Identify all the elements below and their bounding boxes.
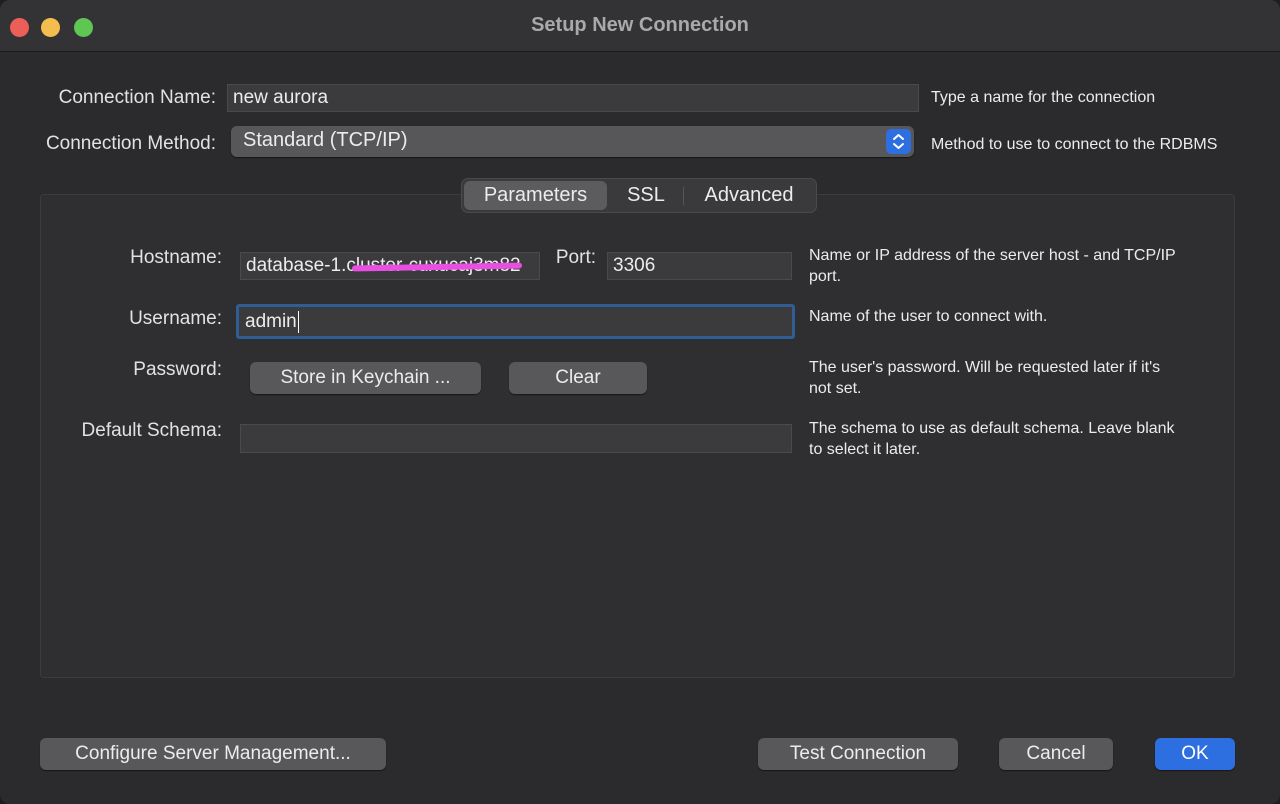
window-title: Setup New Connection: [531, 14, 749, 36]
setup-connection-dialog: Setup New Connection Connection Name: ne…: [0, 0, 1280, 804]
default-schema-hint-line2: to select it later.: [809, 441, 921, 458]
password-hint-line2: not set.: [809, 380, 862, 397]
username-label: Username:: [129, 308, 222, 329]
connection-name-hint: Type a name for the connection: [931, 89, 1156, 106]
password-hint-line1: The user's password. Will be requested l…: [809, 359, 1161, 376]
chevron-up-down-icon: [886, 129, 911, 154]
tab-parameters[interactable]: Parameters: [464, 181, 607, 210]
test-connection-button[interactable]: Test Connection: [758, 738, 958, 770]
tab-ssl[interactable]: SSL: [610, 181, 682, 210]
username-hint: Name of the user to connect with.: [809, 308, 1048, 325]
default-schema-label: Default Schema:: [81, 420, 222, 441]
tab-divider: [683, 187, 684, 205]
hostname-hint-line1: Name or IP address of the server host - …: [809, 247, 1176, 264]
store-in-keychain-button[interactable]: Store in Keychain ...: [250, 362, 481, 394]
default-schema-input[interactable]: [240, 424, 792, 453]
tab-advanced[interactable]: Advanced: [686, 181, 812, 210]
connection-method-value: Standard (TCP/IP): [243, 129, 408, 151]
title-bar: Setup New Connection: [0, 0, 1280, 52]
hostname-label: Hostname:: [130, 247, 222, 268]
username-value: admin: [245, 311, 297, 332]
connection-name-input[interactable]: new aurora: [227, 84, 919, 112]
cancel-button[interactable]: Cancel: [999, 738, 1113, 770]
connection-method-label: Connection Method:: [45, 133, 216, 154]
clear-password-button[interactable]: Clear: [509, 362, 647, 394]
text-cursor: [297, 310, 299, 333]
connection-name-label: Connection Name:: [58, 87, 216, 108]
default-schema-hint: The schema to use as default schema. Lea…: [809, 418, 1175, 460]
connection-method-select[interactable]: Standard (TCP/IP): [231, 126, 914, 157]
configure-server-management-button[interactable]: Configure Server Management...: [40, 738, 386, 770]
settings-tabs: Parameters SSL Advanced: [461, 178, 817, 213]
hostname-hint: Name or IP address of the server host - …: [809, 245, 1176, 287]
default-schema-hint-line1: The schema to use as default schema. Lea…: [809, 420, 1175, 437]
username-input[interactable]: admin: [236, 304, 795, 339]
ok-button[interactable]: OK: [1155, 738, 1235, 770]
hostname-hint-line2: port.: [809, 268, 842, 285]
port-label: Port:: [555, 247, 596, 268]
connection-method-hint: Method to use to connect to the RDBMS: [931, 136, 1218, 153]
password-hint: The user's password. Will be requested l…: [809, 357, 1160, 399]
port-input[interactable]: 3306: [607, 252, 792, 280]
password-label: Password:: [133, 359, 222, 380]
